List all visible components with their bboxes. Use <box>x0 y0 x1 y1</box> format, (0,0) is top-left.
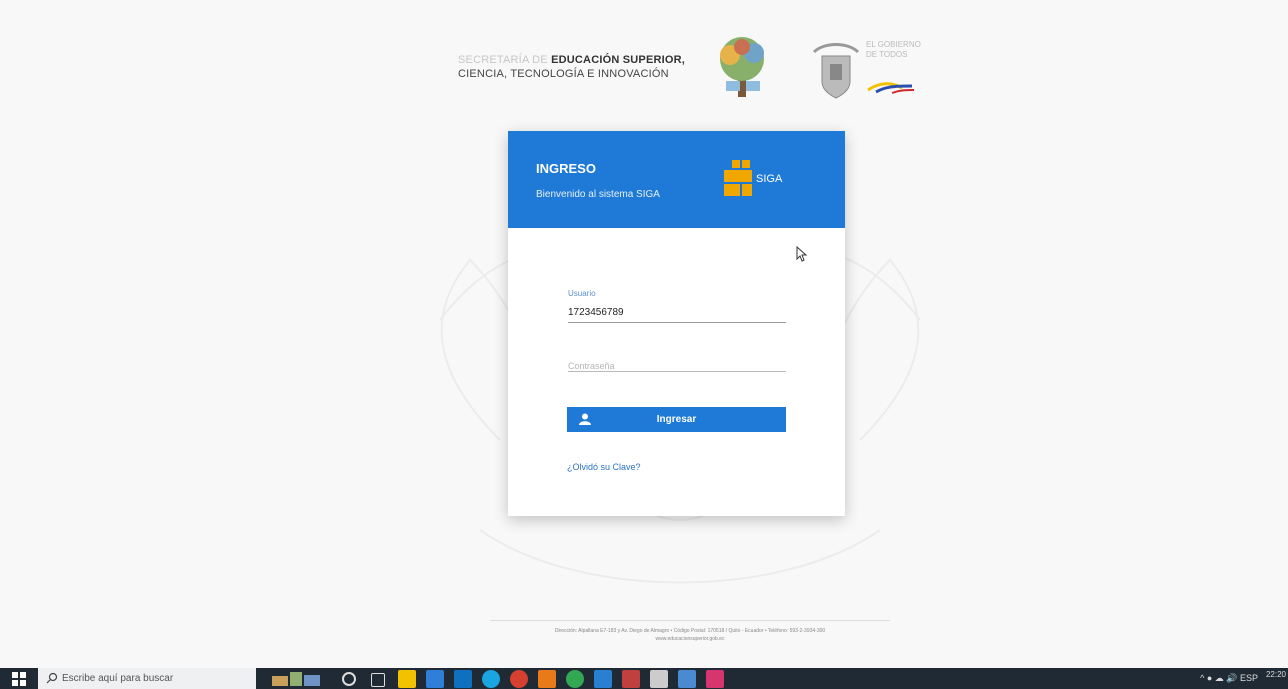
login-card-header: INGRESO Bienvenido al sistema SIGA SIGA <box>508 131 845 228</box>
chrome-alt-icon[interactable] <box>566 670 584 688</box>
taskbar-search-box[interactable]: Escribe aquí para buscar <box>38 668 256 689</box>
taskbar-clock[interactable]: 22:20 <box>1266 670 1286 679</box>
tree-logo-icon <box>720 37 764 97</box>
system-tray[interactable]: ^ ● ☁ 🔊 ESP <box>1200 673 1258 684</box>
siga-logo-text: SIGA <box>756 173 783 185</box>
username-label: Usuario <box>568 289 596 298</box>
mouse-cursor-icon <box>796 246 808 262</box>
chrome-icon[interactable] <box>510 670 528 688</box>
login-card: INGRESO Bienvenido al sistema SIGA SIGA … <box>508 131 845 516</box>
app-pink-icon[interactable] <box>706 670 724 688</box>
ingresar-button-label: Ingresar <box>656 414 697 425</box>
taskbar: Escribe aquí para buscar ^ ● ☁ 🔊 ESP 22:… <box>0 668 1288 689</box>
mail-icon[interactable] <box>454 670 472 688</box>
photos-icon[interactable] <box>678 670 696 688</box>
edge-icon[interactable] <box>482 670 500 688</box>
footer-divider <box>490 620 890 621</box>
flag-stroke-icon <box>867 82 915 94</box>
windows-start-icon[interactable] <box>12 672 26 686</box>
secretaria-label-dark: EDUCACIÓN SUPERIOR, <box>551 54 686 66</box>
taskbar-widget-icon[interactable] <box>266 670 326 688</box>
footer-website-link[interactable]: www.educacionsuperior.gob.ec <box>490 635 890 643</box>
login-title: INGRESO <box>536 161 596 176</box>
password-input[interactable]: Contraseña <box>568 361 615 371</box>
search-icon <box>46 672 58 684</box>
vscode-icon[interactable] <box>594 670 612 688</box>
taskbar-search-placeholder: Escribe aquí para buscar <box>62 673 174 684</box>
gobierno-label: EL GOBIERNO DE TODOS <box>866 40 921 59</box>
cortana-icon[interactable] <box>342 672 356 686</box>
forgot-password-link[interactable]: ¿Olvidó su Clave? <box>567 462 641 472</box>
footer-address-line: Dirección: Alpallana E7-183 y Av. Diego … <box>554 628 826 634</box>
file-explorer-icon[interactable] <box>398 670 416 688</box>
ecuador-coat-of-arms-icon <box>812 43 860 99</box>
page-background: SECRETARÍA DE EDUCACIÓN SUPERIOR, CIENCI… <box>0 0 1288 668</box>
login-subtitle: Bienvenido al sistema SIGA <box>536 189 660 200</box>
secretaria-label-light: SECRETARÍA DE <box>458 54 548 66</box>
task-view-icon[interactable] <box>371 673 385 687</box>
settings-gear-icon[interactable] <box>650 670 668 688</box>
store-icon[interactable] <box>426 670 444 688</box>
secretaria-label-line2: CIENCIA, TECNOLOGÍA E INNOVACIÓN <box>458 68 669 80</box>
app-red-icon[interactable] <box>622 670 640 688</box>
password-underline <box>568 371 786 372</box>
username-input[interactable]: 1723456789 <box>568 307 624 318</box>
siga-logo-icon: SIGA <box>724 160 783 196</box>
firefox-icon[interactable] <box>538 670 556 688</box>
footer-address: Dirección: Alpallana E7-183 y Av. Diego … <box>490 627 890 643</box>
taskbar-pinned-apps <box>340 670 724 688</box>
username-underline <box>568 322 786 323</box>
ingresar-button[interactable]: Ingresar <box>567 407 786 432</box>
secretaria-logo-text: SECRETARÍA DE EDUCACIÓN SUPERIOR, CIENCI… <box>458 53 685 81</box>
